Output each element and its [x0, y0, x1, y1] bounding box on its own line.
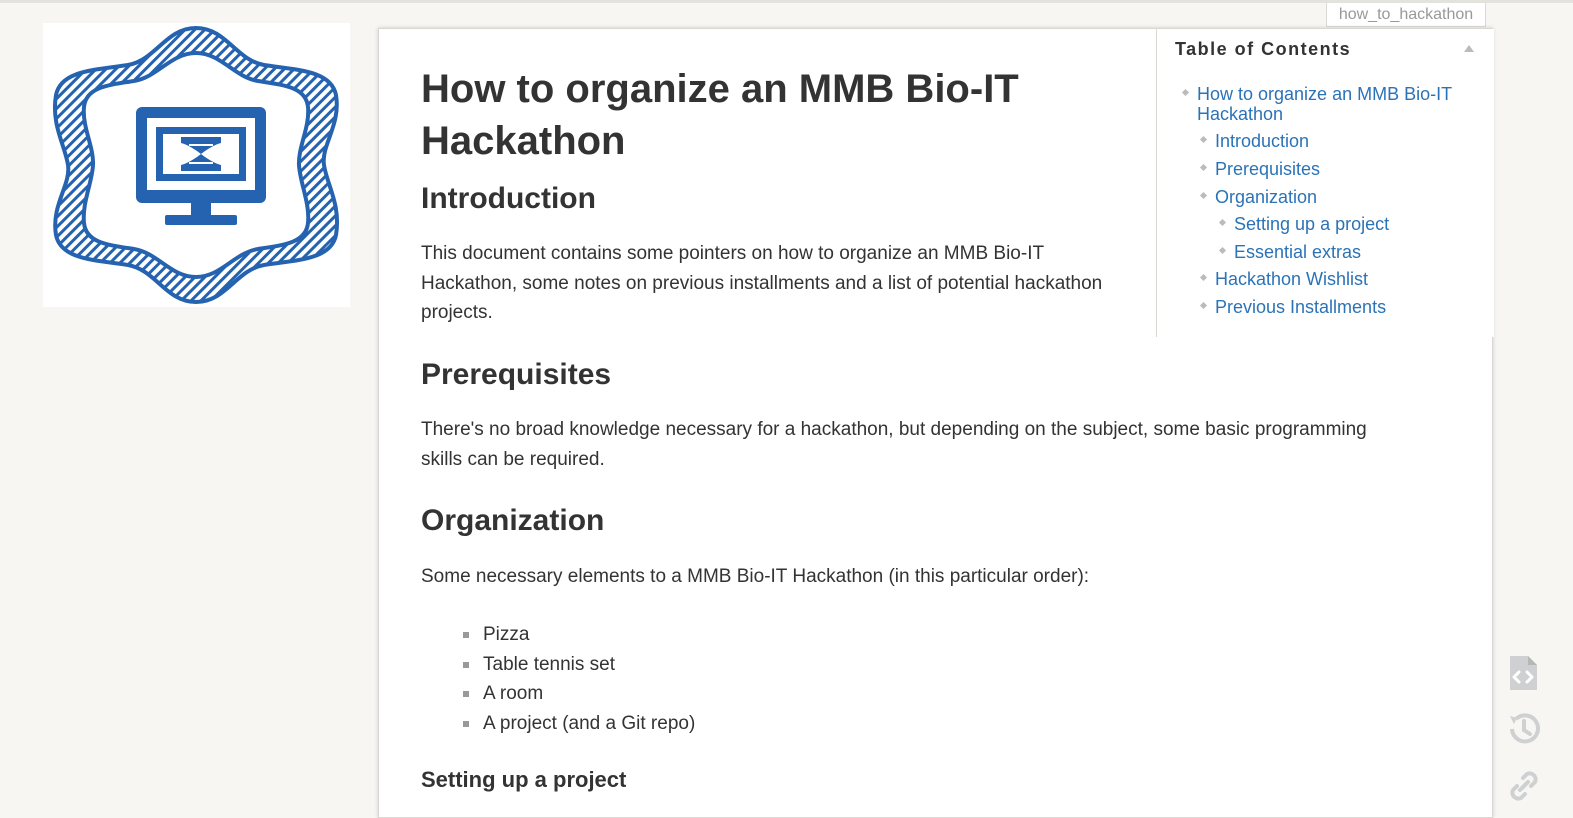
toc-link-label: Hackathon Wishlist: [1215, 269, 1369, 289]
toc-collapse-icon[interactable]: [1464, 45, 1474, 52]
org-list: Pizza Table tennis set A room A project …: [463, 620, 695, 738]
toc-title[interactable]: Table of Contents: [1175, 39, 1351, 60]
heading-setting-up-project: Setting up a project: [421, 767, 627, 792]
toc-link-prerequisites[interactable]: Prerequisites: [1199, 159, 1321, 179]
old-revisions-icon[interactable]: [1506, 710, 1540, 748]
toc-link-hackathon-wishlist[interactable]: Hackathon Wishlist: [1199, 269, 1369, 289]
toc-link-label: Prerequisites: [1215, 159, 1321, 179]
backlinks-icon[interactable]: [1506, 766, 1540, 804]
list-item: Table tennis set: [463, 650, 695, 680]
list-item: Pizza: [463, 620, 695, 650]
page-title: How to organize an MMB Bio-IT Hackathon: [421, 67, 1019, 163]
diamond-bullet-icon: [1199, 135, 1208, 144]
page-id[interactable]: how_to_hackathon: [1326, 3, 1486, 27]
toc-link-label: Essential extras: [1234, 242, 1362, 262]
toc-link-organization[interactable]: Organization: [1199, 187, 1318, 207]
diamond-bullet-icon: [1199, 273, 1208, 282]
toc-link-previous-installments[interactable]: Previous Installments: [1199, 297, 1387, 317]
table-of-contents: Table of Contents How to organize an MMB…: [1156, 29, 1494, 337]
heading-prerequisites: Prerequisites: [421, 358, 612, 391]
org-paragraph: Some necessary elements to a MMB Bio-IT …: [421, 566, 1090, 587]
toc-link-introduction[interactable]: Introduction: [1199, 131, 1310, 151]
site-logo[interactable]: [43, 23, 350, 307]
diamond-bullet-icon: [1218, 218, 1227, 227]
diamond-bullet-icon: [1199, 301, 1208, 310]
list-item: A room: [463, 679, 695, 709]
toc-link-setting-up-project[interactable]: Setting up a project: [1218, 214, 1390, 234]
show-source-icon[interactable]: [1506, 654, 1540, 692]
diamond-bullet-icon: [1199, 191, 1208, 200]
toc-link-label: How to organize an MMB Bio-IT Hackathon: [1197, 84, 1452, 124]
list-item: A project (and a Git repo): [463, 709, 695, 739]
toc-link-label: Previous Installments: [1215, 297, 1387, 317]
toc-link-label: Setting up a project: [1234, 214, 1390, 234]
intro-paragraph: This document contains some pointers on …: [421, 243, 1103, 323]
diamond-bullet-icon: [1199, 163, 1208, 172]
heading-introduction: Introduction: [421, 182, 596, 215]
dna-computer-logo-icon: [52, 25, 340, 305]
toc-link-label: Organization: [1215, 187, 1318, 207]
toc-link-essential-extras[interactable]: Essential extras: [1218, 242, 1362, 262]
diamond-bullet-icon: [1181, 88, 1190, 97]
toc-link-title[interactable]: How to organize an MMB Bio-IT Hackathon: [1181, 84, 1477, 124]
prereq-paragraph: There's no broad knowledge necessary for…: [421, 419, 1367, 470]
diamond-bullet-icon: [1218, 246, 1227, 255]
heading-organization: Organization: [421, 504, 605, 537]
toc-link-label: Introduction: [1215, 131, 1310, 151]
page-content: How to organize an MMB Bio-IT Hackathon …: [378, 28, 1494, 818]
